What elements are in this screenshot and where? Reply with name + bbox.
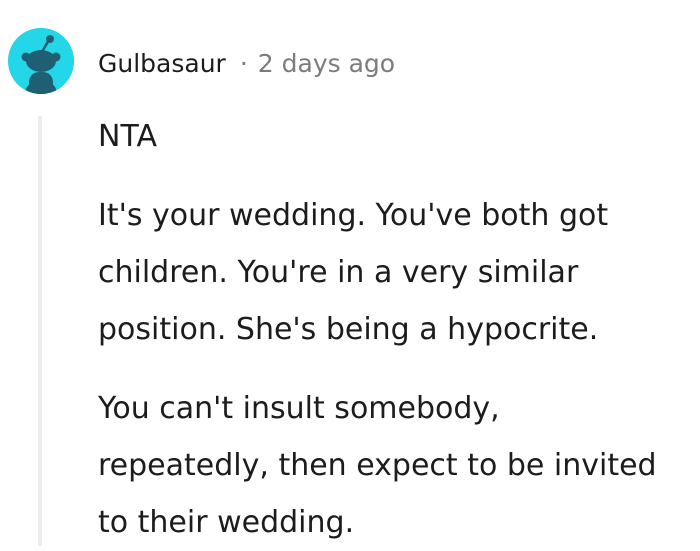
comment-meta: Gulbasaur · 2 days ago (98, 44, 395, 82)
comment-text-line: It's your wedding. You've both got (98, 198, 609, 233)
reddit-snoo-avatar-icon (8, 28, 74, 94)
thread-collapse-line[interactable] (38, 116, 42, 546)
avatar[interactable] (8, 28, 74, 94)
comment-paragraph: It's your wedding. You've both got child… (98, 187, 698, 358)
comment-timestamp[interactable]: 2 days ago (258, 49, 395, 78)
comment-author[interactable]: Gulbasaur (98, 49, 226, 78)
comment-text-line: to their wedding. (98, 505, 355, 540)
comment-text-line: children. You're in a very similar (98, 255, 579, 290)
comment-body: NTA It's your wedding. You've both got c… (98, 108, 698, 551)
comment-text-line: repeatedly, then expect to be invited (98, 448, 657, 483)
comment-text-line: You can't insult somebody, (98, 391, 500, 426)
meta-separator: · (239, 48, 248, 78)
comment-paragraph: You can't insult somebody, repeatedly, t… (98, 380, 698, 551)
comment: Gulbasaur · 2 days ago NTA It's your wed… (0, 0, 700, 546)
comment-text-line: position. She's being a hypocrite. (98, 312, 599, 347)
comment-paragraph: NTA (98, 108, 698, 165)
comment-text-line: NTA (98, 119, 157, 154)
